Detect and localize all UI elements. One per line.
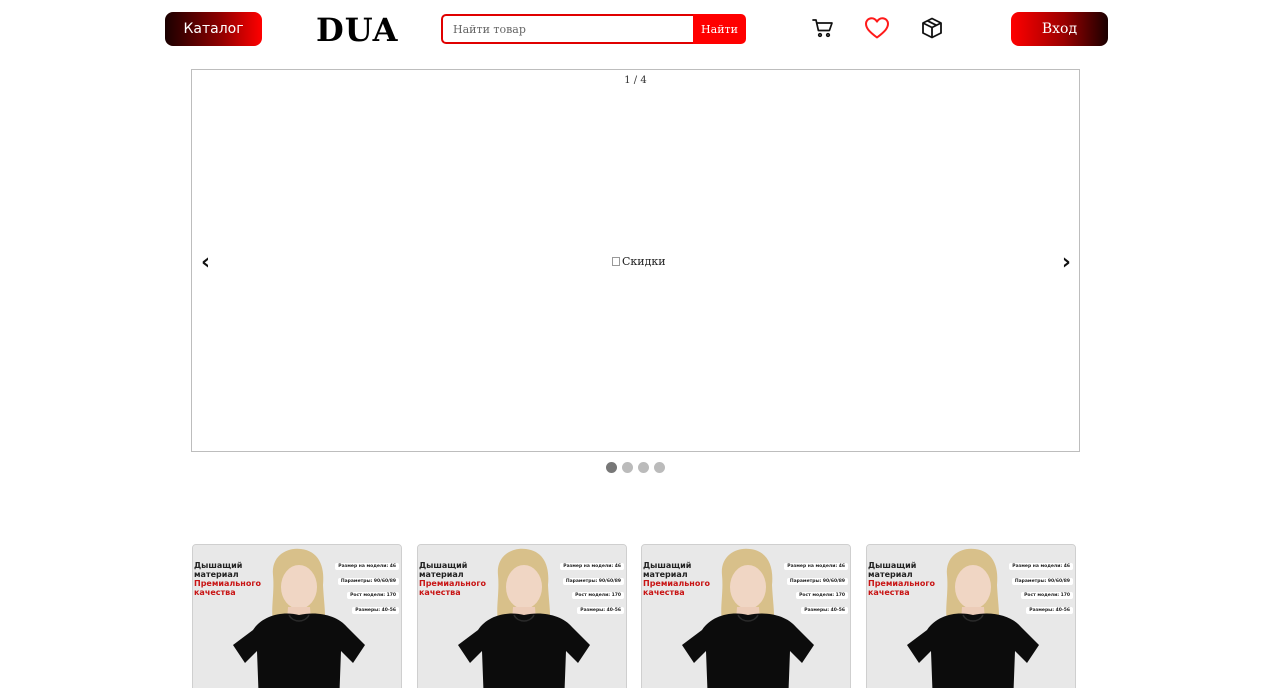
product-tag: Размер на модели: 46 <box>560 563 624 570</box>
product-tag: Параметры: 90/60/89 <box>337 578 399 585</box>
broken-image-icon <box>612 257 620 266</box>
product-card[interactable]: Дышащий материал Премиального качества Р… <box>192 544 402 688</box>
product-caption: Дышащий материал Премиального качества <box>194 561 262 597</box>
product-tag: Параметры: 90/60/89 <box>1011 578 1073 585</box>
slider-dots <box>606 462 665 473</box>
product-caption: Дышащий материал Премиального качества <box>868 561 936 597</box>
heart-icon[interactable] <box>864 15 890 41</box>
slider-prev-button[interactable]: ‹ <box>201 252 210 274</box>
product-tag: Параметры: 90/60/89 <box>786 578 848 585</box>
search-input[interactable] <box>441 14 693 44</box>
product-tag: Рост модели: 170 <box>1021 592 1073 599</box>
cart-icon[interactable] <box>810 15 836 41</box>
product-card[interactable]: Дышащий материал Премиального качества Р… <box>641 544 851 688</box>
product-tag: Размеры: 40-56 <box>577 607 624 614</box>
slider-next-button[interactable]: › <box>1062 252 1071 274</box>
product-tag: Размер на модели: 46 <box>1009 563 1073 570</box>
slider-dot[interactable] <box>622 462 633 473</box>
product-tag: Рост модели: 170 <box>796 592 848 599</box>
product-tag: Размер на модели: 46 <box>335 563 399 570</box>
product-caption: Дышащий материал Премиального качества <box>419 561 487 597</box>
promo-slider: 1 / 4 Скидки ‹ › <box>191 69 1080 452</box>
site-logo[interactable]: DUA <box>316 10 399 50</box>
product-tag: Размеры: 40-56 <box>352 607 399 614</box>
slider-dot[interactable] <box>606 462 617 473</box>
product-tag: Рост модели: 170 <box>572 592 624 599</box>
product-card[interactable]: Дышащий материал Премиального качества Р… <box>417 544 627 688</box>
search-bar: Найти <box>441 14 746 44</box>
product-tag: Рост модели: 170 <box>347 592 399 599</box>
login-button[interactable]: Вход <box>1011 12 1108 46</box>
slide-counter: 1 / 4 <box>624 75 647 86</box>
slider-dot[interactable] <box>638 462 649 473</box>
product-tag: Размеры: 40-56 <box>1026 607 1073 614</box>
product-tag: Размер на модели: 46 <box>784 563 848 570</box>
product-tag: Параметры: 90/60/89 <box>562 578 624 585</box>
search-button[interactable]: Найти <box>693 14 746 44</box>
slider-dot[interactable] <box>654 462 665 473</box>
product-caption: Дышащий материал Премиального качества <box>643 561 711 597</box>
package-icon[interactable] <box>919 15 945 41</box>
product-card[interactable]: Дышащий материал Премиального качества Р… <box>866 544 1076 688</box>
catalog-button[interactable]: Каталог <box>165 12 262 46</box>
slide-image[interactable]: Скидки <box>612 255 666 268</box>
product-tag: Размеры: 40-56 <box>801 607 848 614</box>
slide-image-alt: Скидки <box>622 255 666 268</box>
